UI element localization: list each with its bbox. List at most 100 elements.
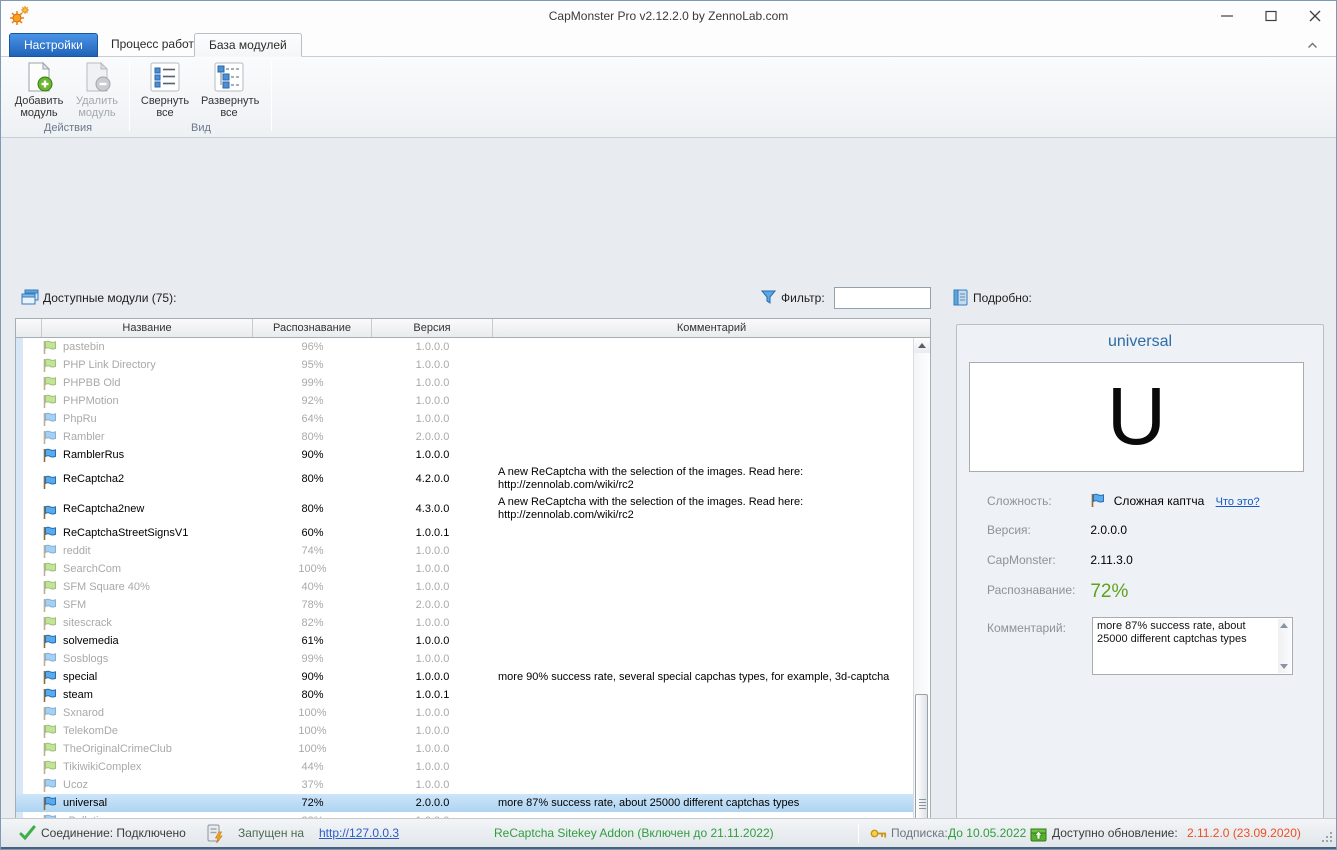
module-row[interactable]: pastebin96%1.0.0.0 bbox=[16, 338, 914, 356]
blue-flag-icon bbox=[42, 598, 58, 613]
module-name-cell: SearchCom bbox=[42, 560, 253, 578]
row-indent bbox=[16, 758, 42, 776]
comment-scrollbar[interactable] bbox=[1278, 619, 1291, 673]
module-row[interactable]: RamblerRus90%1.0.0.0 bbox=[16, 446, 914, 464]
module-row[interactable]: ReCaptcha2new80%4.3.0.0A new ReCaptcha w… bbox=[16, 494, 914, 524]
addon-status: ReCaptcha Sitekey Addon (Включен до 21.1… bbox=[494, 819, 774, 848]
remove-module-button[interactable]: Удалить модуль bbox=[69, 61, 125, 121]
module-row[interactable]: TheOriginalCrimeClub100%1.0.0.0 bbox=[16, 740, 914, 758]
module-name: universal bbox=[63, 794, 107, 812]
recognition-row: Распознавание: 72% bbox=[987, 581, 1307, 603]
module-row[interactable]: reddit74%1.0.0.0 bbox=[16, 542, 914, 560]
blue-flag-icon bbox=[42, 502, 58, 517]
column-header-recognition[interactable]: Распознавание bbox=[253, 319, 372, 337]
module-row[interactable]: PHP Link Directory95%1.0.0.0 bbox=[16, 356, 914, 374]
module-row[interactable]: sitescrack82%1.0.0.0 bbox=[16, 614, 914, 632]
comment-box[interactable]: more 87% success rate, about 25000 diffe… bbox=[1092, 617, 1293, 675]
module-row[interactable]: SFM Square 40%40%1.0.0.0 bbox=[16, 578, 914, 596]
modules-header: Доступные модули (75): bbox=[43, 291, 176, 305]
module-row[interactable]: Rambler80%2.0.0.0 bbox=[16, 428, 914, 446]
row-indent bbox=[16, 338, 42, 356]
module-name-cell: sitescrack bbox=[42, 614, 253, 632]
module-row[interactable]: solvemedia61%1.0.0.0 bbox=[16, 632, 914, 650]
module-row[interactable]: ReCaptchaStreetSignsV160%1.0.0.1 bbox=[16, 524, 914, 542]
module-name-cell: Rambler bbox=[42, 428, 253, 446]
row-indent bbox=[16, 410, 42, 428]
module-row[interactable]: special90%1.0.0.0more 90% success rate, … bbox=[16, 668, 914, 686]
blue-flag-icon bbox=[42, 472, 58, 487]
module-row[interactable]: Sosblogs99%1.0.0.0 bbox=[16, 650, 914, 668]
what-is-it-link[interactable]: Что это? bbox=[1216, 496, 1260, 508]
version-cell: 2.0.0.0 bbox=[372, 428, 493, 446]
module-row[interactable]: steam80%1.0.0.1 bbox=[16, 686, 914, 704]
comment-scroll-down-icon[interactable] bbox=[1280, 664, 1288, 669]
green-flag-icon bbox=[42, 742, 58, 757]
green-flag-icon bbox=[42, 760, 58, 775]
expand-all-button[interactable]: Развернуть все bbox=[201, 61, 257, 121]
column-header-version[interactable]: Версия bbox=[372, 319, 493, 337]
statusbar-separator bbox=[858, 824, 859, 843]
module-name: special bbox=[63, 668, 97, 686]
column-header-name[interactable]: Название bbox=[42, 319, 253, 337]
recognition-value: 72% bbox=[1090, 581, 1128, 602]
scroll-up-button[interactable] bbox=[914, 338, 930, 353]
column-header-indent[interactable] bbox=[16, 319, 42, 337]
module-row[interactable]: Sxnarod100%1.0.0.0 bbox=[16, 704, 914, 722]
module-name-cell: solvemedia bbox=[42, 632, 253, 650]
version-cell: 1.0.0.0 bbox=[372, 740, 493, 758]
module-name-cell: SFM Square 40% bbox=[42, 578, 253, 596]
module-name: PHPBB Old bbox=[63, 374, 120, 392]
module-name-cell: Sxnarod bbox=[42, 704, 253, 722]
comment-cell bbox=[493, 632, 914, 650]
module-row[interactable]: SFM78%2.0.0.0 bbox=[16, 596, 914, 614]
resize-grip[interactable] bbox=[1322, 832, 1332, 842]
blue-flag-icon bbox=[42, 706, 58, 721]
module-row[interactable]: PHPBB Old99%1.0.0.0 bbox=[16, 374, 914, 392]
module-row[interactable]: universal72%2.0.0.0more 87% success rate… bbox=[16, 794, 914, 812]
blue-flag-icon bbox=[42, 652, 58, 667]
module-row[interactable]: TikiwikiComplex44%1.0.0.0 bbox=[16, 758, 914, 776]
module-row[interactable]: ReCaptcha280%4.2.0.0A new ReCaptcha with… bbox=[16, 464, 914, 494]
tab-settings[interactable]: Настройки bbox=[9, 33, 98, 57]
module-row[interactable]: PHPMotion92%1.0.0.0 bbox=[16, 392, 914, 410]
row-indent bbox=[16, 596, 42, 614]
module-row[interactable]: Ucoz37%1.0.0.0 bbox=[16, 776, 914, 794]
close-button[interactable] bbox=[1300, 5, 1330, 27]
vertical-scrollbar[interactable] bbox=[913, 338, 929, 850]
module-name-cell: universal bbox=[42, 794, 253, 812]
comment-cell bbox=[493, 650, 914, 668]
module-name: PHP Link Directory bbox=[63, 356, 156, 374]
module-name-cell: reddit bbox=[42, 542, 253, 560]
module-row[interactable]: TelekomDe100%1.0.0.0 bbox=[16, 722, 914, 740]
filter-input[interactable] bbox=[834, 287, 931, 309]
collapse-all-button[interactable]: Свернуть все bbox=[137, 61, 193, 121]
recognition-cell: 37% bbox=[253, 776, 372, 794]
comment-cell bbox=[493, 356, 914, 374]
module-row[interactable]: PhpRu64%1.0.0.0 bbox=[16, 410, 914, 428]
module-row[interactable]: SearchCom100%1.0.0.0 bbox=[16, 560, 914, 578]
recognition-cell: 72% bbox=[253, 794, 372, 812]
tab-module-base[interactable]: База модулей bbox=[194, 33, 302, 57]
subscription-label: Подписка: bbox=[891, 819, 948, 848]
version-cell: 1.0.0.1 bbox=[372, 524, 493, 542]
row-indent bbox=[16, 740, 42, 758]
module-name-cell: Sosblogs bbox=[42, 650, 253, 668]
collapse-ribbon-button[interactable] bbox=[1302, 37, 1322, 53]
add-module-button[interactable]: Добавить модуль bbox=[11, 61, 67, 121]
capmonster-label: CapMonster: bbox=[987, 553, 1087, 567]
module-name-cell: Ucoz bbox=[42, 776, 253, 794]
row-indent bbox=[16, 776, 42, 794]
comment-scroll-up-icon[interactable] bbox=[1280, 623, 1288, 628]
column-header-comment[interactable]: Комментарий bbox=[493, 319, 930, 337]
module-name: steam bbox=[63, 686, 93, 704]
server-address-link[interactable]: http://127.0.0.3 bbox=[319, 819, 399, 848]
module-name-cell: ReCaptcha2 bbox=[42, 464, 253, 494]
recognition-cell: 80% bbox=[253, 494, 372, 524]
minimize-button[interactable] bbox=[1212, 5, 1242, 27]
recognition-cell: 80% bbox=[253, 464, 372, 494]
maximize-button[interactable] bbox=[1256, 5, 1286, 27]
module-name: SFM bbox=[63, 596, 86, 614]
comment-cell bbox=[493, 776, 914, 794]
complexity-label: Сложность: bbox=[987, 494, 1087, 508]
connection-ok-icon bbox=[19, 825, 36, 842]
